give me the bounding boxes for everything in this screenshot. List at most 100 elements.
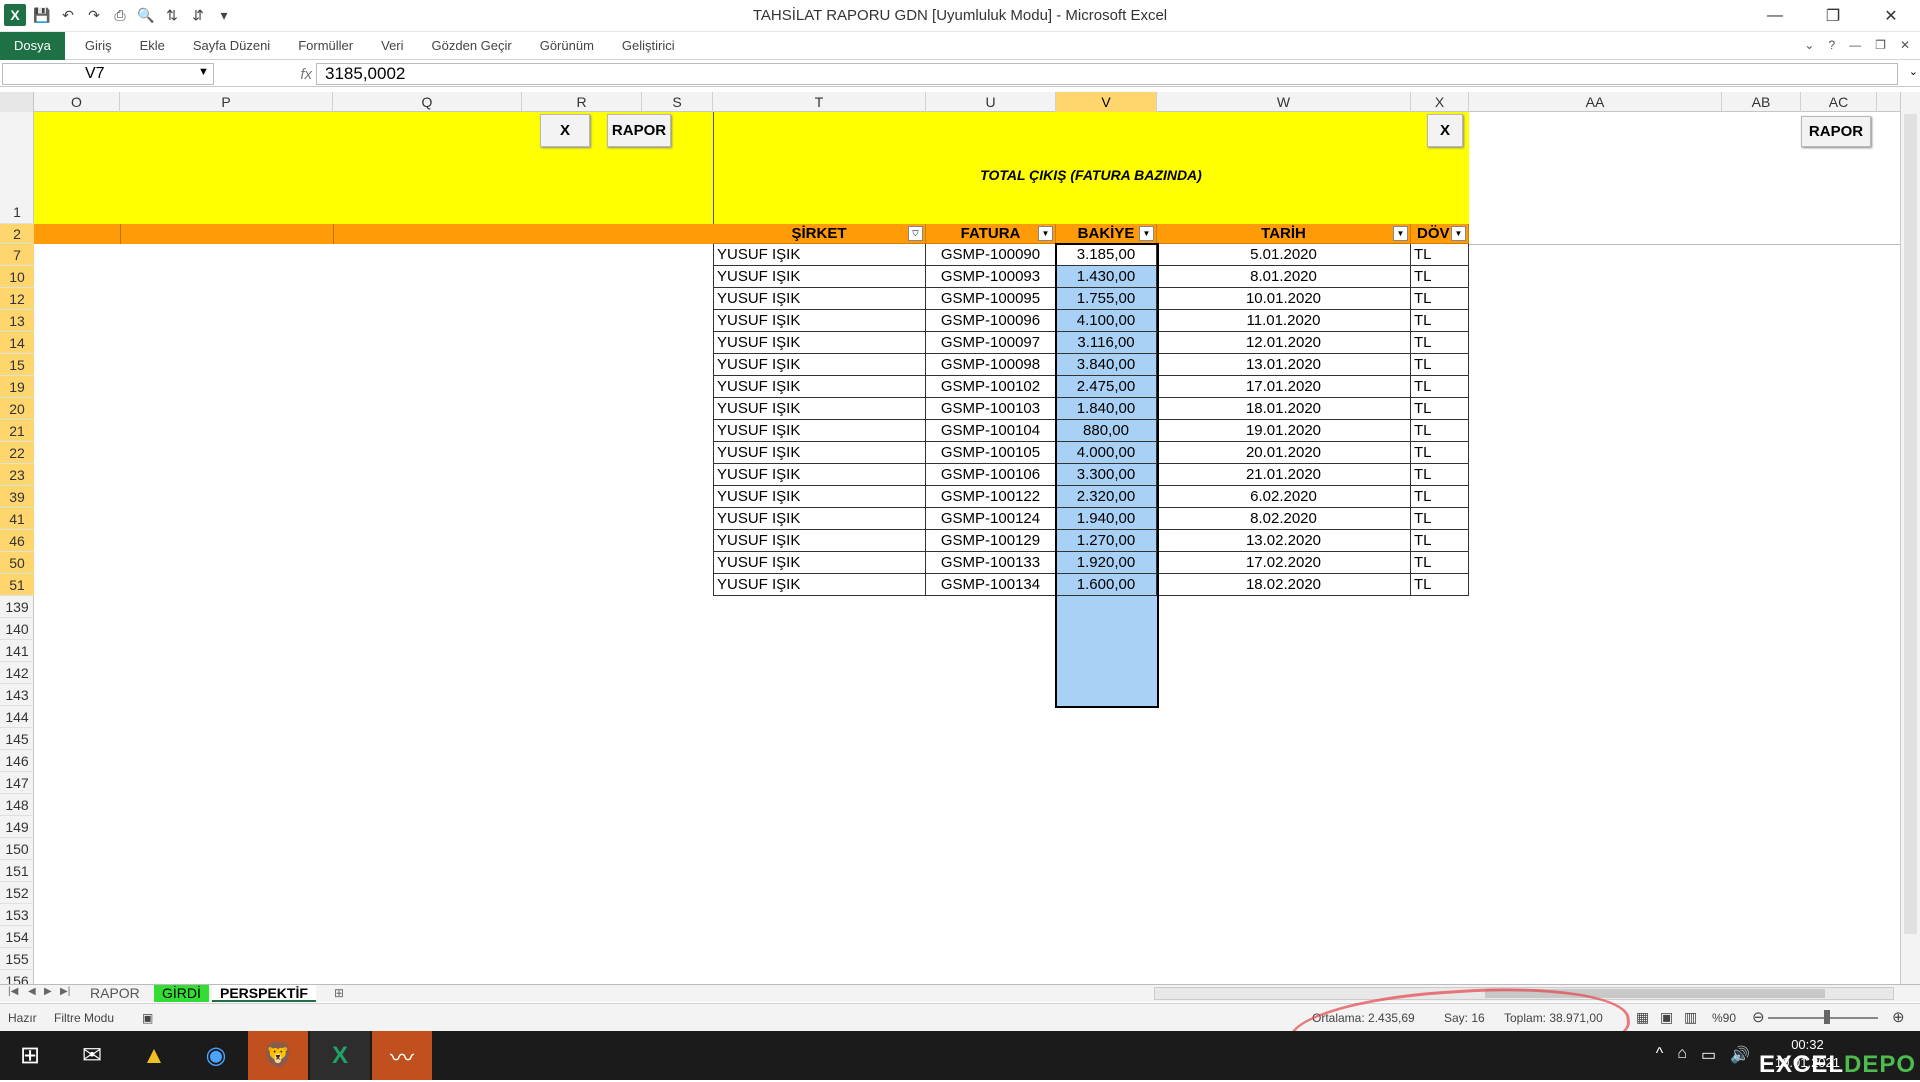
tab-formuller[interactable]: Formüller — [284, 32, 367, 60]
cell-bakiye-empty[interactable] — [1056, 684, 1157, 706]
row-header[interactable]: 7 — [0, 244, 34, 266]
cell-sirket[interactable]: YUSUF IŞIK — [713, 530, 926, 552]
col-header-q[interactable]: Q — [333, 92, 522, 112]
tab-gorunum[interactable]: Görünüm — [526, 32, 608, 60]
cell-doviz[interactable]: TL — [1411, 376, 1469, 398]
cell-bakiye[interactable]: 3.840,00 — [1056, 354, 1157, 376]
col-header-u[interactable]: U — [926, 92, 1056, 112]
cell-doviz[interactable]: TL — [1411, 398, 1469, 420]
cell-fatura[interactable]: GSMP-100129 — [926, 530, 1056, 552]
sheet-tab-rapor[interactable]: RAPOR — [82, 985, 148, 1002]
cell-sirket[interactable]: YUSUF IŞIK — [713, 376, 926, 398]
doc-restore-icon[interactable]: ❐ — [1875, 38, 1886, 52]
cell-fatura[interactable]: GSMP-100103 — [926, 398, 1056, 420]
cell-doviz[interactable]: TL — [1411, 530, 1469, 552]
cell-doviz[interactable]: TL — [1411, 420, 1469, 442]
cell-bakiye[interactable]: 1.920,00 — [1056, 552, 1157, 574]
cell-tarih[interactable]: 13.02.2020 — [1157, 530, 1411, 552]
insert-sheet-icon[interactable]: ⊞ — [334, 986, 344, 1000]
speaker-app-icon[interactable]: ◉ — [186, 1031, 246, 1080]
cell-doviz[interactable]: TL — [1411, 464, 1469, 486]
zoom-level[interactable]: %90 — [1712, 1011, 1736, 1025]
col-header-w[interactable]: W — [1157, 92, 1411, 112]
row-header[interactable]: 143 — [0, 684, 34, 706]
brave-browser-icon[interactable]: 🦁 — [248, 1031, 308, 1080]
cell-tarih[interactable]: 5.01.2020 — [1157, 244, 1411, 266]
row-header[interactable]: 152 — [0, 882, 34, 904]
row-header[interactable]: 10 — [0, 266, 34, 288]
name-box[interactable]: V7 — [2, 63, 214, 85]
cell-fatura[interactable]: GSMP-100134 — [926, 574, 1056, 596]
cell-doviz[interactable]: TL — [1411, 266, 1469, 288]
row-header[interactable]: 145 — [0, 728, 34, 750]
cell-bakiye[interactable]: 1.755,00 — [1056, 288, 1157, 310]
cell-fatura[interactable]: GSMP-100093 — [926, 266, 1056, 288]
normal-view-icon[interactable]: ▦ — [1636, 1009, 1649, 1026]
cell-sirket[interactable]: YUSUF IŞIK — [713, 552, 926, 574]
cell-tarih[interactable]: 18.02.2020 — [1157, 574, 1411, 596]
tray-chevron-icon[interactable]: ^ — [1656, 1045, 1664, 1065]
mail-icon[interactable]: ✉ — [62, 1031, 122, 1080]
close-x-button-left[interactable]: X — [540, 114, 590, 147]
cell-bakiye[interactable]: 1.600,00 — [1056, 574, 1157, 596]
cell-fatura[interactable]: GSMP-100133 — [926, 552, 1056, 574]
cell-fatura[interactable]: GSMP-100098 — [926, 354, 1056, 376]
cell-sirket[interactable]: YUSUF IŞIK — [713, 266, 926, 288]
vertical-scrollbar[interactable] — [1900, 92, 1920, 984]
cell-fatura[interactable]: GSMP-100096 — [926, 310, 1056, 332]
sheet-tab-girdi[interactable]: GİRDİ — [154, 985, 209, 1002]
row-header[interactable]: 156 — [0, 970, 34, 985]
insert-function-icon[interactable]: fx — [220, 64, 312, 84]
network-icon[interactable]: ⌂ — [1677, 1045, 1687, 1065]
minimize-button[interactable]: — — [1746, 0, 1804, 32]
row-header[interactable]: 21 — [0, 420, 34, 442]
cell-fatura[interactable]: GSMP-100097 — [926, 332, 1056, 354]
windows-start-icon[interactable]: ⊞ — [0, 1031, 60, 1080]
row-header[interactable]: 148 — [0, 794, 34, 816]
row-header[interactable]: 14 — [0, 332, 34, 354]
cell-sirket[interactable]: YUSUF IŞIK — [713, 354, 926, 376]
row-header[interactable]: 2 — [0, 224, 34, 244]
zoom-in-icon[interactable]: ⊕ — [1892, 1008, 1905, 1026]
cell-tarih[interactable]: 17.02.2020 — [1157, 552, 1411, 574]
cell-doviz[interactable]: TL — [1411, 332, 1469, 354]
close-button[interactable]: ✕ — [1862, 0, 1920, 32]
page-layout-icon[interactable]: ▣ — [1660, 1009, 1673, 1026]
row-header[interactable]: 39 — [0, 486, 34, 508]
zoom-out-icon[interactable]: ⊖ — [1752, 1008, 1765, 1026]
col-header-t[interactable]: T — [713, 92, 926, 112]
col-header-r[interactable]: R — [522, 92, 642, 112]
name-box-dropdown-icon[interactable]: ▼ — [198, 66, 209, 78]
cell-tarih[interactable]: 19.01.2020 — [1157, 420, 1411, 442]
cell-doviz[interactable]: TL — [1411, 442, 1469, 464]
formula-input[interactable]: 3185,0002 — [316, 63, 1898, 85]
app-wave-icon[interactable]: 〰 — [372, 1031, 432, 1080]
col-header-v[interactable]: V — [1056, 92, 1157, 112]
cell-bakiye[interactable]: 4.000,00 — [1056, 442, 1157, 464]
cell-tarih[interactable]: 21.01.2020 — [1157, 464, 1411, 486]
row-header[interactable]: 140 — [0, 618, 34, 640]
filter-active-icon[interactable]: ⛉ — [908, 226, 923, 241]
col-header-x[interactable]: X — [1411, 92, 1469, 112]
tab-gelistirici[interactable]: Geliştirici — [608, 32, 689, 60]
doc-minimize-icon[interactable]: — — [1849, 38, 1861, 52]
tab-sayfa-duzeni[interactable]: Sayfa Düzeni — [179, 32, 284, 60]
tab-veri[interactable]: Veri — [367, 32, 417, 60]
cell-fatura[interactable]: GSMP-100122 — [926, 486, 1056, 508]
cell-bakiye[interactable]: 4.100,00 — [1056, 310, 1157, 332]
tab-giris[interactable]: Giriş — [71, 32, 126, 60]
cell-sirket[interactable]: YUSUF IŞIK — [713, 332, 926, 354]
row-header[interactable]: 155 — [0, 948, 34, 970]
col-header-p[interactable]: P — [120, 92, 333, 112]
cell-bakiye-empty[interactable] — [1056, 596, 1157, 618]
filter-dropdown-icon[interactable]: ▼ — [1139, 226, 1154, 241]
cell-doviz[interactable]: TL — [1411, 310, 1469, 332]
row-header[interactable]: 19 — [0, 376, 34, 398]
cell-bakiye[interactable]: 1.430,00 — [1056, 266, 1157, 288]
tab-ekle[interactable]: Ekle — [126, 32, 179, 60]
rapor-button-left[interactable]: RAPOR — [607, 114, 671, 147]
cell-sirket[interactable]: YUSUF IŞIK — [713, 420, 926, 442]
cell-bakiye[interactable]: 1.840,00 — [1056, 398, 1157, 420]
cell-doviz[interactable]: TL — [1411, 574, 1469, 596]
filter-dropdown-icon[interactable]: ▼ — [1451, 226, 1466, 241]
